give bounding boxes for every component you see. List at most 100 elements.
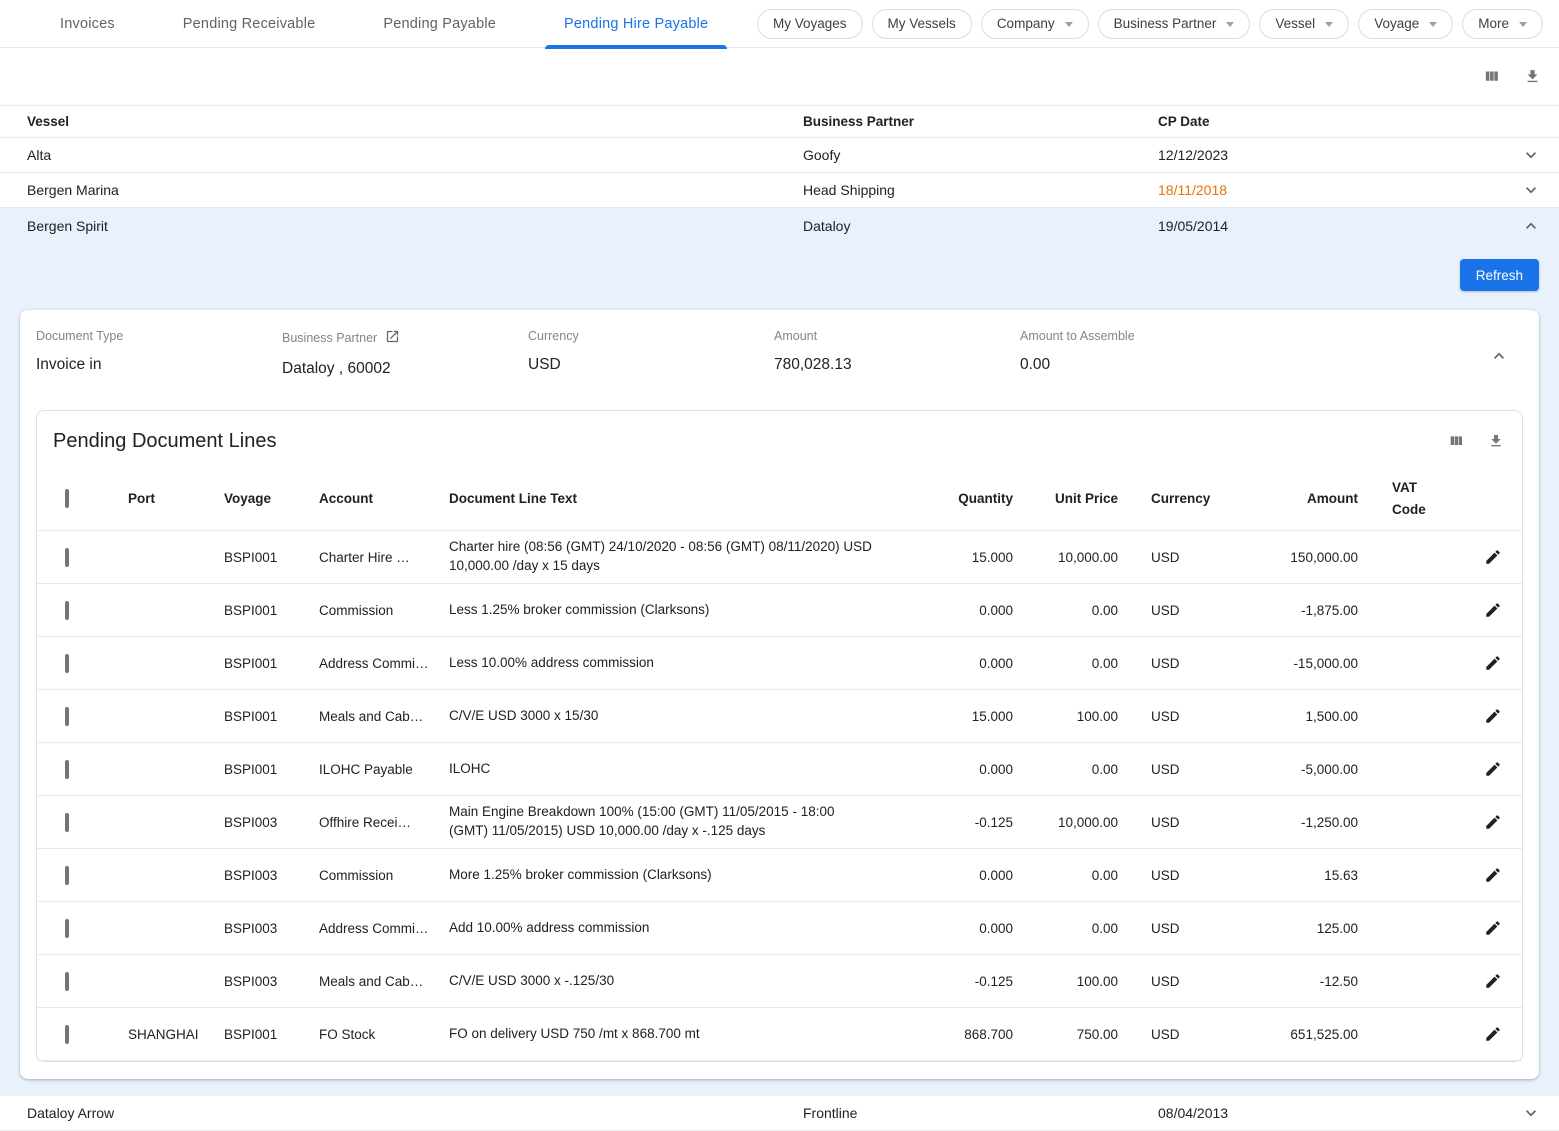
edit-icon[interactable] [1444, 1025, 1506, 1043]
unit-price-cell: 0.00 [1013, 656, 1118, 671]
account-cell: Charter Hire … [319, 550, 449, 565]
currency-cell: USD [1118, 709, 1208, 724]
table-row-bergen-marina[interactable]: Bergen Marina Head Shipping 18/11/2018 [0, 173, 1559, 208]
amount-cell: 150,000.00 [1208, 550, 1358, 565]
amount-cell: -1,875.00 [1208, 603, 1358, 618]
column-header-amount: Amount [1208, 488, 1358, 510]
chevron-down-icon [1226, 22, 1234, 27]
refresh-row: Refresh [0, 244, 1559, 291]
filter-pill-label: Company [997, 16, 1055, 31]
business-partner-cell: Head Shipping [803, 182, 1158, 198]
summary-field-value: USD [528, 356, 774, 374]
tab[interactable]: Pending Receivable [149, 0, 350, 48]
summary-field-label: Amount [774, 329, 817, 343]
row-checkbox[interactable] [65, 548, 69, 567]
quantity-cell: 868.700 [923, 1027, 1013, 1042]
filter-pill[interactable]: Business Partner [1098, 9, 1251, 39]
tab[interactable]: Invoices [26, 0, 149, 48]
select-all-checkbox[interactable] [65, 489, 69, 508]
cp-date-cell: 08/04/2013 [1158, 1105, 1503, 1121]
table-row-bergen-spirit[interactable]: Bergen Spirit Dataloy 19/05/2014 [0, 208, 1559, 244]
document-line-row: BSPI003 Meals and Cab… C/V/E USD 3000 x … [37, 955, 1522, 1008]
refresh-button[interactable]: Refresh [1460, 259, 1539, 291]
chevron-down-icon[interactable] [1503, 180, 1559, 200]
unit-price-cell: 100.00 [1013, 974, 1118, 989]
edit-icon[interactable] [1444, 601, 1506, 619]
filter-pill[interactable]: My Voyages [757, 9, 863, 39]
edit-icon[interactable] [1444, 919, 1506, 937]
amount-cell: -12.50 [1208, 974, 1358, 989]
document-line-text-cell: Less 10.00% address commission [449, 654, 923, 673]
account-cell: ILOHC Payable [319, 762, 449, 777]
collapse-chevron-up-icon[interactable] [1489, 346, 1509, 369]
column-header-quantity: Quantity [923, 488, 1013, 510]
download-icon[interactable] [1524, 68, 1541, 85]
filter-pill[interactable]: More [1462, 9, 1543, 39]
column-header-account: Account [319, 488, 449, 510]
edit-icon[interactable] [1444, 760, 1506, 778]
pending-document-lines-title: Pending Document Lines [53, 430, 276, 452]
currency-cell: USD [1118, 921, 1208, 936]
unit-price-cell: 10,000.00 [1013, 550, 1118, 565]
quantity-cell: -0.125 [923, 815, 1013, 830]
expanded-section: Bergen Spirit Dataloy 19/05/2014 Refresh… [0, 208, 1559, 1096]
vessel-cell: Alta [27, 147, 803, 163]
summary-field: Amount 780,028.13 [774, 329, 1020, 378]
filter-pill[interactable]: My Vessels [872, 9, 972, 39]
row-checkbox[interactable] [65, 654, 69, 673]
tab[interactable]: Pending Hire Payable [530, 0, 742, 48]
account-cell: Address Commi… [319, 656, 449, 671]
document-line-row: BSPI001 ILOHC Payable ILOHC 0.000 0.00 U… [37, 743, 1522, 796]
row-checkbox[interactable] [65, 866, 69, 885]
filter-pill-label: Business Partner [1114, 16, 1217, 31]
summary-field-value: 780,028.13 [774, 356, 1020, 374]
edit-icon[interactable] [1444, 866, 1506, 884]
edit-icon[interactable] [1444, 972, 1506, 990]
account-cell: Offhire Recei… [319, 815, 449, 830]
filter-pill[interactable]: Vessel [1259, 9, 1349, 39]
column-header-currency: Currency [1118, 488, 1208, 510]
amount-cell: -5,000.00 [1208, 762, 1358, 777]
row-checkbox[interactable] [65, 760, 69, 779]
chevron-down-icon[interactable] [1503, 1103, 1559, 1123]
filter-pill[interactable]: Company [981, 9, 1089, 39]
port-cell: SHANGHAI [128, 1027, 224, 1042]
top-navigation: Invoices Pending Receivable Pending Paya… [0, 0, 1559, 48]
tab-label: Invoices [60, 16, 115, 32]
table-row-alta[interactable]: Alta Goofy 12/12/2023 [0, 138, 1559, 173]
tab-label: Pending Receivable [183, 16, 316, 32]
column-header-vessel: Vessel [27, 114, 803, 129]
row-checkbox[interactable] [65, 707, 69, 726]
amount-cell: 651,525.00 [1208, 1027, 1358, 1042]
document-line-row: BSPI003 Offhire Recei… Main Engine Break… [37, 796, 1522, 849]
unit-price-cell: 0.00 [1013, 921, 1118, 936]
document-line-row: BSPI003 Address Commi… Add 10.00% addres… [37, 902, 1522, 955]
row-checkbox[interactable] [65, 972, 69, 991]
chevron-down-icon[interactable] [1503, 145, 1559, 165]
edit-icon[interactable] [1444, 707, 1506, 725]
download-icon[interactable] [1488, 433, 1504, 449]
edit-icon[interactable] [1444, 654, 1506, 672]
open-in-new-icon[interactable] [385, 329, 400, 347]
filter-pill[interactable]: Voyage [1358, 9, 1453, 39]
summary-field-value: Dataloy , 60002 [282, 360, 528, 378]
edit-icon[interactable] [1444, 813, 1506, 831]
table-row-dataloy-arrow[interactable]: Dataloy Arrow Frontline 08/04/2013 [0, 1096, 1559, 1131]
filter-pill-label: My Voyages [773, 16, 847, 31]
summary-field-label: Currency [528, 329, 579, 343]
row-checkbox[interactable] [65, 601, 69, 620]
columns-icon[interactable] [1483, 68, 1500, 85]
columns-icon[interactable] [1448, 433, 1464, 449]
currency-cell: USD [1118, 656, 1208, 671]
document-line-text-cell: Less 1.25% broker commission (Clarksons) [449, 601, 923, 620]
page-toolbar [0, 48, 1559, 105]
row-checkbox[interactable] [65, 1025, 69, 1044]
edit-icon[interactable] [1444, 548, 1506, 566]
filter-pill-label: More [1478, 16, 1509, 31]
tab[interactable]: Pending Payable [349, 0, 530, 48]
amount-cell: -15,000.00 [1208, 656, 1358, 671]
row-checkbox[interactable] [65, 919, 69, 938]
summary-field-label: Business Partner [282, 331, 377, 345]
row-checkbox[interactable] [65, 813, 69, 832]
chevron-up-icon[interactable] [1503, 216, 1559, 236]
